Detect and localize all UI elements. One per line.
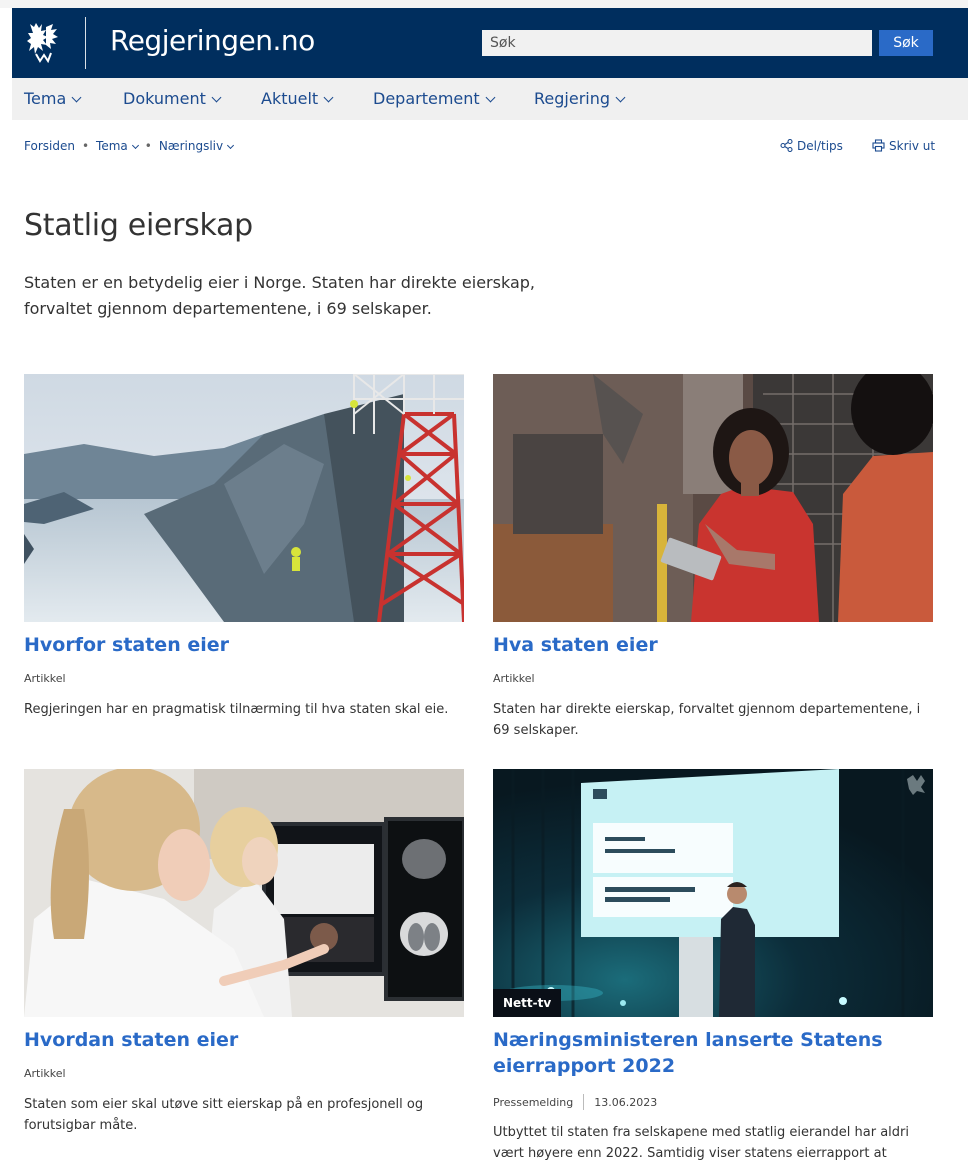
card-description: Regjeringen har en pragmatisk tilnærming… <box>24 702 449 717</box>
card-image-warehouse-workers[interactable] <box>493 374 933 622</box>
header-divider <box>85 17 86 69</box>
nav-item-label: Aktuelt <box>261 89 319 108</box>
nav-item-label: Regjering <box>534 89 611 108</box>
site-name[interactable]: Regjeringen.no <box>110 24 315 57</box>
card-meta: Pressemelding 13.06.2023 <box>493 1094 657 1110</box>
search-button[interactable]: Søk <box>879 30 933 56</box>
card-description: Staten har direkte eierskap, forvaltet g… <box>493 702 921 738</box>
nav-item-label: Dokument <box>123 89 206 108</box>
warehouse-workers-illustration <box>493 374 933 622</box>
card-type: Artikkel <box>493 672 535 685</box>
nav-item-label: Tema <box>24 89 67 108</box>
breadcrumb-label: Næringsliv <box>158 139 224 153</box>
chevron-down-icon <box>227 141 235 150</box>
printer-icon <box>872 139 885 152</box>
card-title[interactable]: Hvorfor staten eier <box>24 632 464 658</box>
chevron-down-icon <box>131 141 139 150</box>
card-title[interactable]: Hva staten eier <box>493 632 933 658</box>
browser-top-band <box>0 0 968 8</box>
nav-item-aktuelt[interactable]: Aktuelt <box>261 89 334 108</box>
breadcrumb-separator: • <box>81 139 90 153</box>
chevron-down-icon <box>485 92 496 103</box>
print-link[interactable]: Skriv ut <box>872 139 935 153</box>
share-icon <box>780 138 793 153</box>
video-badge: Nett-tv <box>493 989 562 1017</box>
card-image-medical-screens[interactable] <box>24 769 464 1017</box>
breadcrumb-naeringsliv[interactable]: Næringsliv <box>158 139 235 153</box>
chevron-down-icon <box>323 92 334 103</box>
card-type: Artikkel <box>24 672 66 685</box>
site-header: Regjeringen.no Søk <box>12 8 968 78</box>
chevron-down-icon <box>71 92 82 103</box>
breadcrumb-label: Tema <box>96 139 128 153</box>
medical-screens-illustration <box>24 769 464 1017</box>
card-description: Utbyttet til staten fra selskapene med s… <box>493 1125 910 1161</box>
page: Regjeringen.no Søk Tema Dokument Aktuelt… <box>12 8 968 1164</box>
breadcrumb: Forsiden • Tema • Næringsliv <box>24 139 235 153</box>
chevron-down-icon <box>615 92 626 103</box>
share-link[interactable]: Del/tips <box>780 138 843 153</box>
print-label: Skriv ut <box>889 139 936 153</box>
card-type: Artikkel <box>24 1067 66 1080</box>
card-type-label: Pressemelding <box>493 1096 574 1109</box>
share-label: Del/tips <box>797 139 843 153</box>
card-image-press-conference[interactable]: Nett-tv <box>493 769 933 1017</box>
card-title[interactable]: Hvordan staten eier <box>24 1027 464 1053</box>
nav-item-departement[interactable]: Departement <box>373 89 496 108</box>
nav-item-dokument[interactable]: Dokument <box>123 89 222 108</box>
card-image-fjord-tower[interactable] <box>24 374 464 622</box>
breadcrumb-separator: • <box>144 139 152 153</box>
card-description: Staten som eier skal utøve sitt eierskap… <box>24 1097 424 1133</box>
search-input[interactable] <box>482 30 872 56</box>
nav-item-regjering[interactable]: Regjering <box>534 89 626 108</box>
breadcrumb-home[interactable]: Forsiden <box>24 139 75 153</box>
coat-of-arms-logo-icon[interactable] <box>26 21 60 63</box>
page-title: Statlig eierskap <box>24 208 253 243</box>
breadcrumb-tema[interactable]: Tema <box>96 139 139 153</box>
page-lead: Staten er en betydelig eier i Norge. Sta… <box>24 273 535 318</box>
nav-item-tema[interactable]: Tema <box>24 89 82 108</box>
meta-separator <box>583 1094 585 1110</box>
card-title[interactable]: Næringsministeren lanserte Statens eierr… <box>493 1027 933 1079</box>
main-nav: Tema Dokument Aktuelt Departement Regjer… <box>12 78 968 120</box>
nav-item-label: Departement <box>373 89 480 108</box>
chevron-down-icon <box>211 92 222 103</box>
fjord-tower-illustration <box>24 374 464 622</box>
press-conference-illustration <box>493 769 933 1017</box>
card-date: 13.06.2023 <box>594 1096 658 1109</box>
